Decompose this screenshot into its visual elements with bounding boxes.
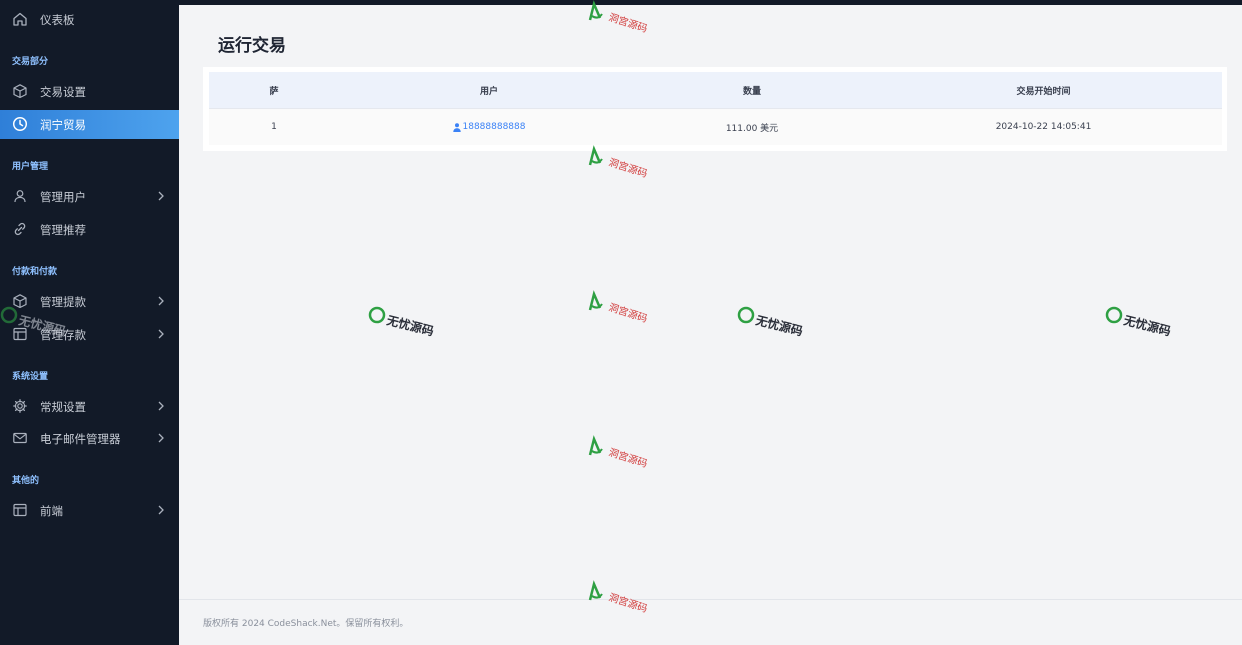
cell-index: 1 bbox=[271, 122, 277, 132]
trades-table-card: 萨 用户 数量 交易开始时间 1 18888888888 111.00 美元 2… bbox=[203, 67, 1227, 151]
link-icon bbox=[14, 222, 26, 236]
sidebar-item-label: 管理推荐 bbox=[40, 223, 86, 237]
column-header-amount[interactable]: 数量 bbox=[639, 72, 865, 108]
sidebar-item-runtrade[interactable]: 润宁贸易 bbox=[0, 110, 179, 139]
cell-amount: 111.00 美元 bbox=[725, 123, 779, 134]
chevron-right-icon bbox=[158, 329, 164, 339]
sidebar-item-label: 前端 bbox=[40, 504, 63, 518]
section-title-other: 其他的 bbox=[12, 476, 40, 486]
sidebar-item-label: 常规设置 bbox=[40, 400, 86, 414]
sidebar: 仪表板 交易部分 交易设置 润宁贸易 用户管理 管理用户 管理推荐 付款和付款 … bbox=[0, 0, 179, 645]
cell-start-time: 2024-10-22 14:05:41 bbox=[995, 122, 1092, 132]
sidebar-item-manage-referrals[interactable]: 管理推荐 bbox=[0, 215, 179, 244]
chevron-right-icon bbox=[158, 401, 164, 411]
sidebar-item-label: 管理提款 bbox=[40, 295, 86, 309]
user-icon bbox=[14, 190, 26, 203]
sidebar-item-dashboard[interactable]: 仪表板 bbox=[0, 5, 179, 34]
sidebar-item-general-settings[interactable]: 常规设置 bbox=[0, 392, 179, 421]
sidebar-item-label: 润宁贸易 bbox=[40, 118, 86, 132]
sidebar-item-label: 仪表板 bbox=[40, 13, 75, 27]
sidebar-item-label: 管理存款 bbox=[40, 328, 86, 342]
sidebar-item-manage-deposits[interactable]: 管理存款 bbox=[0, 320, 179, 349]
copyright-text: 版权所有 2024 CodeShack.Net。保留所有权利。 bbox=[203, 619, 409, 629]
home-icon bbox=[13, 12, 27, 26]
sidebar-item-label: 电子邮件管理器 bbox=[40, 432, 121, 446]
sidebar-item-email-manager[interactable]: 电子邮件管理器 bbox=[0, 424, 179, 453]
page-title: 运行交易 bbox=[218, 36, 286, 56]
sidebar-item-manage-users[interactable]: 管理用户 bbox=[0, 182, 179, 211]
sidebar-item-trade-settings[interactable]: 交易设置 bbox=[0, 77, 179, 106]
cube-icon bbox=[13, 84, 27, 99]
chevron-right-icon bbox=[158, 505, 164, 515]
section-title-payments: 付款和付款 bbox=[12, 267, 58, 277]
user-icon bbox=[452, 122, 461, 132]
footer: 版权所有 2024 CodeShack.Net。保留所有权利。 bbox=[179, 599, 1242, 645]
gear-icon bbox=[13, 399, 27, 413]
column-header-index[interactable]: 萨 bbox=[209, 72, 339, 108]
chevron-right-icon bbox=[158, 296, 164, 306]
chevron-right-icon bbox=[158, 191, 164, 201]
layout-icon bbox=[13, 503, 27, 517]
section-title-trade: 交易部分 bbox=[12, 57, 49, 67]
table-row: 1 18888888888 111.00 美元 2024-10-22 14:05… bbox=[209, 108, 1222, 145]
cube-icon bbox=[13, 294, 27, 309]
sidebar-item-manage-withdrawals[interactable]: 管理提款 bbox=[0, 287, 179, 316]
user-link[interactable]: 18888888888 bbox=[452, 122, 526, 132]
layout-icon bbox=[13, 327, 27, 341]
column-header-start-time[interactable]: 交易开始时间 bbox=[865, 72, 1222, 108]
table-header: 萨 用户 数量 交易开始时间 bbox=[209, 72, 1222, 108]
clock-icon bbox=[12, 116, 28, 132]
chevron-right-icon bbox=[158, 433, 164, 443]
section-title-system: 系统设置 bbox=[12, 372, 49, 382]
user-phone: 18888888888 bbox=[462, 122, 526, 132]
sidebar-item-label: 交易设置 bbox=[40, 85, 86, 99]
column-header-user[interactable]: 用户 bbox=[339, 72, 639, 108]
sidebar-item-label: 管理用户 bbox=[40, 190, 86, 204]
mail-icon bbox=[13, 432, 27, 444]
sidebar-item-frontend[interactable]: 前端 bbox=[0, 496, 179, 525]
cell-user: 18888888888 bbox=[339, 109, 639, 145]
main-content: 运行交易 萨 用户 数量 交易开始时间 1 18888888888 111.00… bbox=[179, 5, 1242, 645]
section-title-users: 用户管理 bbox=[12, 162, 49, 172]
